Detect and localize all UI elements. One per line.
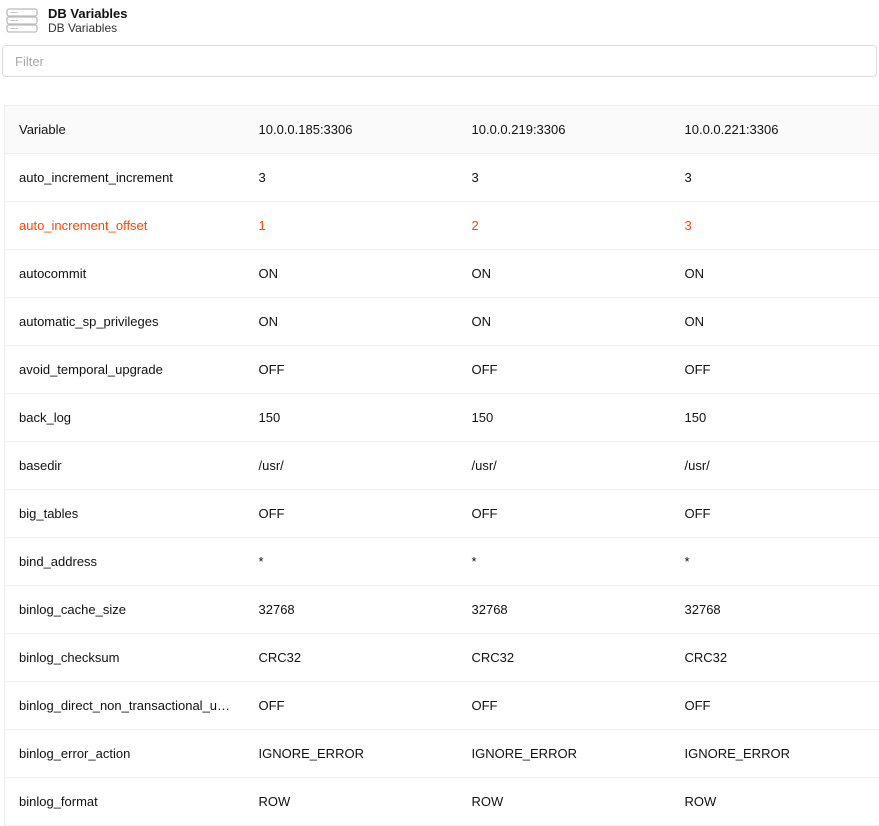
table-row[interactable]: auto_increment_increment333 (5, 154, 879, 202)
variable-value-cell: CRC32 (671, 634, 879, 682)
variable-value-cell: ON (245, 298, 458, 346)
variable-value-cell: 3 (458, 154, 671, 202)
col-header-host-2[interactable]: 10.0.0.221:3306 (671, 106, 879, 154)
variable-name-cell: binlog_error_action (5, 730, 245, 778)
variable-value-cell: OFF (671, 682, 879, 730)
page-subtitle: DB Variables (48, 21, 128, 35)
table-row[interactable]: binlog_cache_size327683276832768 (5, 586, 879, 634)
variable-value-cell: 3 (671, 202, 879, 250)
variable-value-cell: ON (671, 250, 879, 298)
table-row[interactable]: back_log150150150 (5, 394, 879, 442)
variable-value-cell: OFF (671, 490, 879, 538)
variable-value-cell: 32768 (245, 586, 458, 634)
table-row[interactable]: basedir/usr//usr//usr/ (5, 442, 879, 490)
variable-name-cell: basedir (5, 442, 245, 490)
variable-name-cell: big_tables (5, 490, 245, 538)
variable-value-cell: 3 (671, 154, 879, 202)
col-header-host-1[interactable]: 10.0.0.219:3306 (458, 106, 671, 154)
variable-value-cell: 150 (245, 394, 458, 442)
table-row[interactable]: binlog_direct_non_transactional_updatesO… (5, 682, 879, 730)
table-row[interactable]: autocommitONONON (5, 250, 879, 298)
variables-table-container: Variable 10.0.0.185:3306 10.0.0.219:3306… (0, 85, 879, 826)
variable-value-cell: OFF (458, 682, 671, 730)
page-title: DB Variables (48, 6, 128, 21)
variable-value-cell: 150 (458, 394, 671, 442)
variable-value-cell: ROW (458, 778, 671, 826)
col-header-variable[interactable]: Variable (5, 106, 245, 154)
variable-value-cell: /usr/ (671, 442, 879, 490)
variable-value-cell: /usr/ (245, 442, 458, 490)
variable-name-cell: binlog_checksum (5, 634, 245, 682)
variable-name-cell: binlog_cache_size (5, 586, 245, 634)
page-header: DB Variables DB Variables (0, 0, 879, 41)
variable-name-cell: auto_increment_offset (5, 202, 245, 250)
table-header-row: Variable 10.0.0.185:3306 10.0.0.219:3306… (5, 106, 879, 154)
variable-value-cell: IGNORE_ERROR (458, 730, 671, 778)
table-row[interactable]: binlog_checksumCRC32CRC32CRC32 (5, 634, 879, 682)
variable-value-cell: * (671, 538, 879, 586)
table-row[interactable]: binlog_error_actionIGNORE_ERRORIGNORE_ER… (5, 730, 879, 778)
variable-value-cell: IGNORE_ERROR (671, 730, 879, 778)
variable-value-cell: OFF (245, 490, 458, 538)
variable-name-cell: bind_address (5, 538, 245, 586)
variable-value-cell: OFF (458, 490, 671, 538)
variable-name-cell: auto_increment_increment (5, 154, 245, 202)
variable-value-cell: ON (458, 250, 671, 298)
variable-name-cell: binlog_direct_non_transactional_updates (5, 682, 245, 730)
variable-name-cell: binlog_format (5, 778, 245, 826)
database-stack-icon (6, 8, 38, 34)
variable-value-cell: 2 (458, 202, 671, 250)
variables-table: Variable 10.0.0.185:3306 10.0.0.219:3306… (4, 105, 879, 826)
variables-table-body: auto_increment_increment333auto_incremen… (5, 154, 879, 826)
filter-input[interactable] (2, 45, 877, 77)
variable-name-cell: avoid_temporal_upgrade (5, 346, 245, 394)
table-row[interactable]: big_tablesOFFOFFOFF (5, 490, 879, 538)
variable-value-cell: 32768 (458, 586, 671, 634)
variable-value-cell: * (458, 538, 671, 586)
variable-name-cell: back_log (5, 394, 245, 442)
variable-value-cell: ON (671, 298, 879, 346)
variable-value-cell: ROW (245, 778, 458, 826)
variable-value-cell: ON (458, 298, 671, 346)
variable-value-cell: OFF (671, 346, 879, 394)
variable-value-cell: * (245, 538, 458, 586)
variable-value-cell: ROW (671, 778, 879, 826)
variable-value-cell: ON (245, 250, 458, 298)
table-row[interactable]: automatic_sp_privilegesONONON (5, 298, 879, 346)
variable-value-cell: 150 (671, 394, 879, 442)
header-text: DB Variables DB Variables (48, 6, 128, 35)
table-row[interactable]: bind_address*** (5, 538, 879, 586)
variable-value-cell: OFF (458, 346, 671, 394)
variable-value-cell: CRC32 (245, 634, 458, 682)
variable-name-cell: automatic_sp_privileges (5, 298, 245, 346)
variable-value-cell: 1 (245, 202, 458, 250)
variable-value-cell: /usr/ (458, 442, 671, 490)
col-header-host-0[interactable]: 10.0.0.185:3306 (245, 106, 458, 154)
table-row[interactable]: binlog_formatROWROWROW (5, 778, 879, 826)
filter-container (0, 41, 879, 85)
variable-value-cell: OFF (245, 346, 458, 394)
variable-value-cell: OFF (245, 682, 458, 730)
table-row[interactable]: auto_increment_offset123 (5, 202, 879, 250)
variable-name-cell: autocommit (5, 250, 245, 298)
variable-value-cell: 32768 (671, 586, 879, 634)
variable-value-cell: 3 (245, 154, 458, 202)
table-row[interactable]: avoid_temporal_upgradeOFFOFFOFF (5, 346, 879, 394)
variable-value-cell: IGNORE_ERROR (245, 730, 458, 778)
variable-value-cell: CRC32 (458, 634, 671, 682)
